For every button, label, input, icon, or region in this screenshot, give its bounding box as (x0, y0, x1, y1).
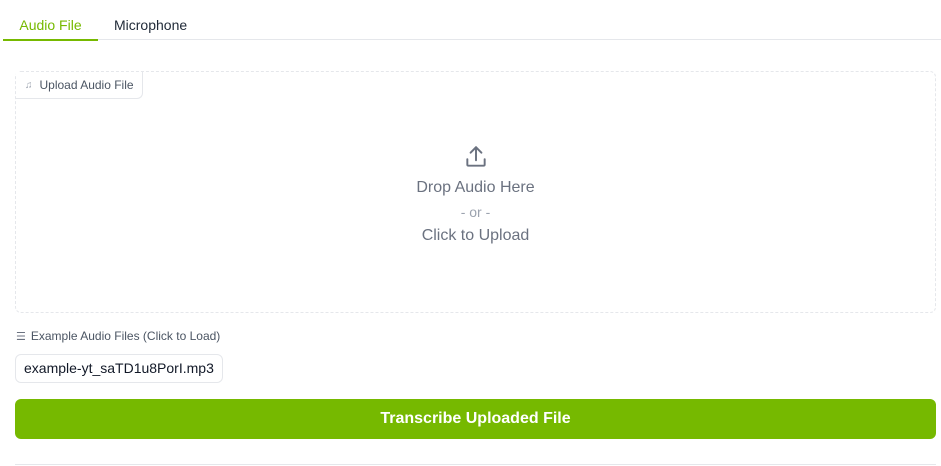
upload-audio-label-text: Upload Audio File (39, 78, 134, 92)
input-mode-tabs: Audio File Microphone (3, 0, 941, 41)
examples-label: ☰ Example Audio Files (Click to Load) (16, 329, 220, 343)
music-note-icon: ♫ (25, 79, 33, 91)
examples-label-text: Example Audio Files (Click to Load) (30, 329, 221, 343)
example-audio-item[interactable]: example-yt_saTD1u8PorI.mp3 (15, 354, 223, 383)
divider (15, 464, 936, 465)
drop-audio-text: Drop Audio Here (416, 179, 535, 196)
transcribe-button[interactable]: Transcribe Uploaded File (15, 399, 936, 439)
list-icon: ☰ (16, 330, 26, 343)
upload-icon (465, 146, 486, 167)
or-separator: - or - (460, 204, 491, 220)
click-to-upload-text: Click to Upload (421, 227, 530, 244)
tab-microphone[interactable]: Microphone (114, 0, 187, 40)
upload-audio-label: ♫ Upload Audio File (16, 72, 143, 99)
tab-audio-file[interactable]: Audio File (3, 0, 98, 41)
audio-dropzone[interactable]: ♫ Upload Audio File Drop Audio Here - or… (15, 71, 936, 313)
drop-instructions: Drop Audio Here - or - Click to Upload (16, 144, 935, 248)
